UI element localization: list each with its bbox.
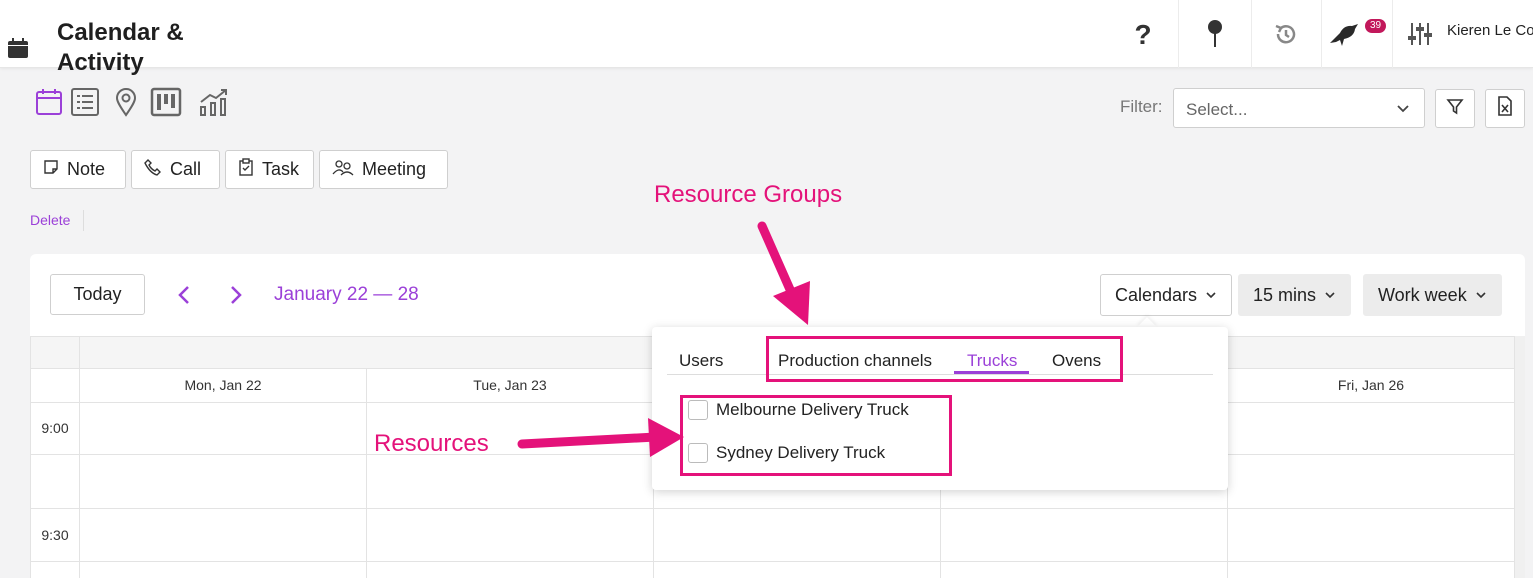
grid-line [366, 368, 367, 578]
svg-text:?: ? [1134, 20, 1151, 48]
note-label: Note [67, 159, 106, 179]
interval-label: 15 mins [1253, 284, 1317, 305]
grid-scrollbar[interactable] [1515, 336, 1525, 578]
history-icon[interactable] [1271, 14, 1301, 54]
delete-link[interactable]: Delete [30, 212, 70, 228]
chevron-down-icon [1205, 285, 1217, 306]
chart-view-icon[interactable] [198, 86, 230, 118]
header-divider [1178, 0, 1179, 68]
add-task-button[interactable]: Task [225, 150, 314, 189]
notification-badge: 39 [1365, 19, 1387, 33]
interval-dropdown[interactable]: 15 mins [1238, 274, 1352, 316]
resource-groups-annotation: Resource Groups [654, 181, 843, 208]
add-meeting-button[interactable]: Meeting [319, 150, 448, 189]
prev-week-icon[interactable] [173, 283, 195, 307]
view-mode-label: Work week [1378, 284, 1467, 305]
top-header: Calendar & Activity ? 39 Kieren Le Co [0, 0, 1533, 76]
calendar-app-icon [8, 38, 28, 58]
date-range: January 22 — 28 [274, 284, 419, 305]
meeting-people-icon [332, 158, 354, 181]
user-name[interactable]: Kieren Le Co [1447, 22, 1533, 39]
settings-sliders-icon[interactable] [1405, 14, 1435, 54]
resources-highlight [680, 395, 952, 476]
meeting-label: Meeting [362, 159, 427, 179]
kanban-view-icon[interactable] [150, 86, 182, 118]
task-label: Task [262, 159, 300, 179]
add-note-button[interactable]: Note [30, 150, 126, 189]
today-button[interactable]: Today [50, 274, 145, 315]
calendar-view-icon[interactable] [33, 86, 65, 118]
header-divider [1392, 0, 1393, 68]
header-divider [1321, 0, 1322, 68]
chevron-down-icon [1396, 101, 1410, 120]
divider [83, 210, 84, 231]
funnel-icon [1446, 97, 1464, 120]
day-header-fri: Fri, Jan 26 [1337, 377, 1405, 393]
bird-notification-icon[interactable] [1327, 14, 1363, 54]
clipboard-check-icon [238, 158, 254, 181]
excel-file-icon [1497, 96, 1513, 121]
phone-icon [144, 158, 162, 181]
resources-annotation: Resources [374, 430, 489, 457]
list-view-icon[interactable] [69, 86, 101, 118]
view-mode-dropdown[interactable]: Work week [1363, 274, 1502, 316]
calendars-label: Calendars [1115, 284, 1198, 305]
grid-line [30, 561, 1525, 562]
time-label: 9:00 [41, 420, 69, 436]
time-label: 9:30 [41, 527, 69, 543]
help-icon[interactable]: ? [1128, 14, 1158, 54]
calendars-dropdown[interactable]: Calendars [1100, 274, 1233, 316]
resource-groups-highlight [766, 336, 1123, 382]
grid-line [30, 508, 1525, 509]
map-view-icon[interactable] [110, 86, 142, 118]
note-icon [43, 159, 59, 180]
page-title: Calendar & Activity [57, 19, 184, 76]
next-week-icon[interactable] [225, 283, 247, 307]
chevron-down-icon [1324, 285, 1336, 306]
filter-select[interactable]: Select... [1173, 88, 1425, 128]
tab-users[interactable]: Users [679, 351, 723, 371]
filter-placeholder: Select... [1186, 100, 1248, 119]
add-call-button[interactable]: Call [131, 150, 220, 189]
day-header-tue: Tue, Jan 23 [473, 377, 547, 393]
export-excel-button[interactable] [1485, 89, 1525, 128]
call-label: Call [170, 159, 202, 179]
day-header-mon: Mon, Jan 22 [184, 377, 262, 393]
pin-icon[interactable] [1200, 14, 1230, 54]
header-divider [1251, 0, 1252, 68]
chevron-down-icon [1475, 285, 1487, 306]
filter-label: Filter: [1120, 97, 1163, 116]
filter-button[interactable] [1435, 89, 1475, 128]
